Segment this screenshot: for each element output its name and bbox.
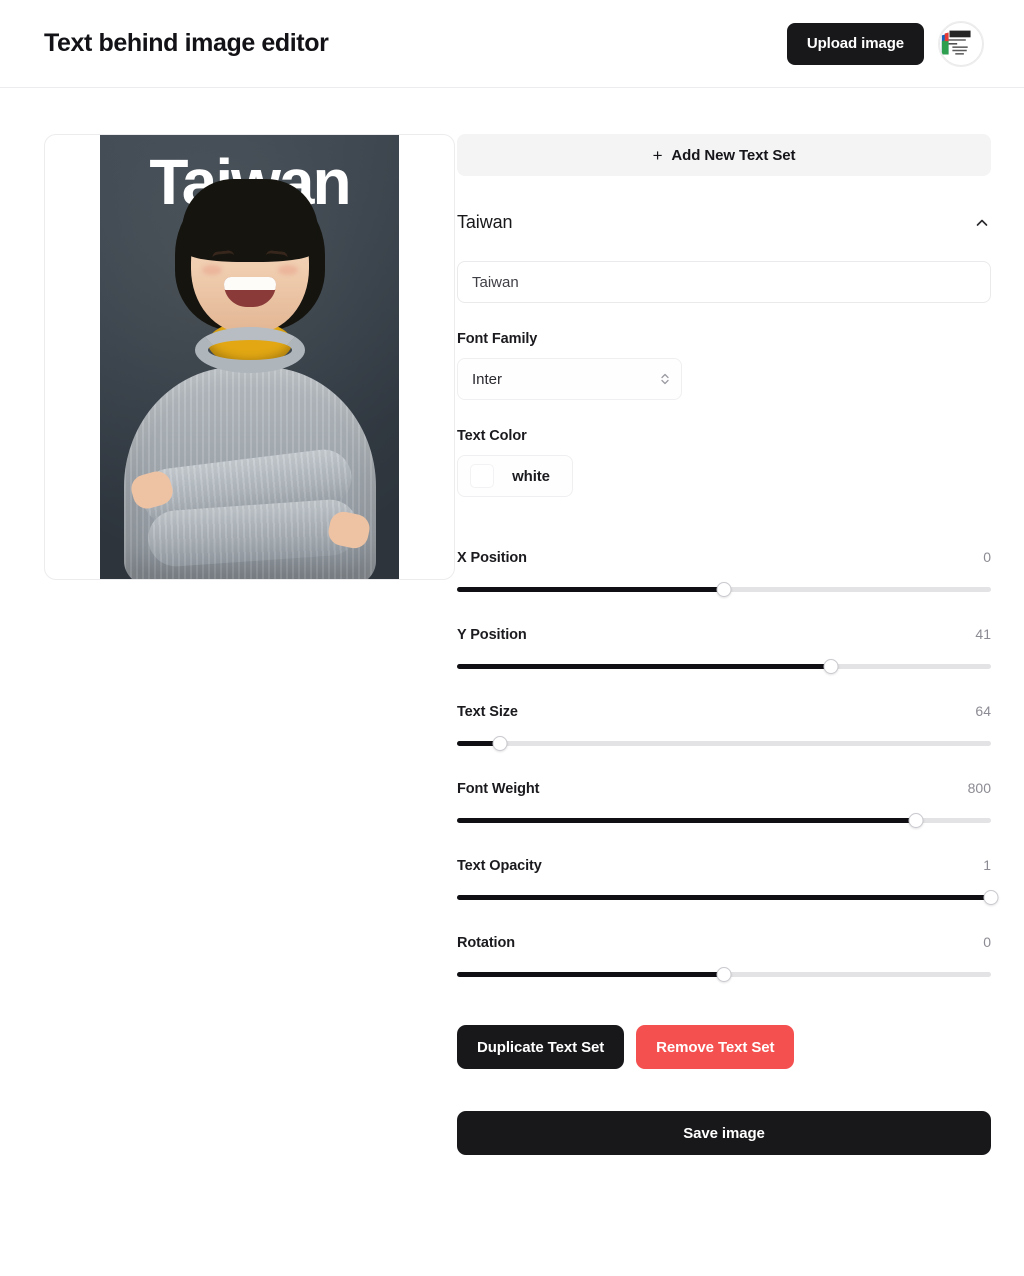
slider-fill [457,817,917,823]
slider-text-opacity: Text Opacity 1 [457,857,999,905]
controls-panel: + Add New Text Set Taiwan Font Family In… [457,134,999,1155]
upload-image-button[interactable]: Upload image [786,22,924,65]
slider-thumb[interactable] [823,658,839,674]
text-content-input[interactable] [457,261,991,303]
slider-track[interactable] [457,889,999,905]
slider-fill [457,586,724,592]
slider-thumb[interactable] [716,966,732,982]
text-color-picker-button[interactable]: white [457,455,573,497]
slider-label: Text Size [457,704,518,720]
slider-value: 800 [967,780,991,796]
cheek-left [201,265,222,275]
slider-label: Rotation [457,935,515,951]
slider-thumb[interactable] [908,812,924,828]
slider-value: 64 [975,703,991,719]
slider-label: Font Weight [457,781,540,797]
slider-thumb[interactable] [716,581,732,597]
text-color-label: Text Color [457,428,527,444]
chevron-up-icon[interactable] [973,214,991,232]
plus-icon: + [652,145,663,165]
avatar[interactable] [938,20,984,67]
slider-rail [457,740,991,746]
slider-fill [457,894,991,900]
add-new-text-set-button[interactable]: + Add New Text Set [457,134,991,176]
teeth [223,277,276,290]
slider-thumb[interactable] [983,889,999,905]
text-color-value: white [512,467,550,485]
slider-track[interactable] [457,658,991,674]
save-image-button[interactable]: Save image [457,1111,991,1155]
slider-font-weight: Font Weight 800 [457,780,991,828]
slider-value: 0 [983,549,991,565]
slider-track[interactable] [457,735,991,751]
slider-fill [457,971,724,977]
text-set-accordion-header[interactable]: Taiwan [457,212,991,233]
slider-track[interactable] [457,812,991,828]
add-new-text-set-label: Add New Text Set [671,146,796,164]
color-swatch [470,464,494,488]
image-preview-card[interactable]: Taiwan [44,134,455,580]
font-family-select-wrapper[interactable]: Inter [457,358,682,400]
slider-label: Y Position [457,627,527,643]
slider-label: Text Opacity [457,858,542,874]
slider-track[interactable] [457,966,991,982]
slider-fill [457,663,831,669]
app-header: Text behind image editor Upload image [0,0,1024,88]
composed-image: Taiwan [100,135,399,579]
slider-rotation: Rotation 0 [457,934,991,982]
preview-column: Taiwan [44,134,457,580]
slider-value: 1 [983,857,991,873]
page-title: Text behind image editor [44,29,329,57]
slider-label: X Position [457,550,527,566]
font-family-select[interactable]: Inter [457,358,682,400]
hair-fringe [181,179,318,262]
main-content: Taiwan [0,88,1024,1155]
sweater-collar [194,327,305,373]
slider-track[interactable] [457,581,991,597]
header-actions: Upload image [786,20,984,67]
slider-x-position: X Position 0 [457,549,991,597]
slider-value: 41 [975,626,991,642]
remove-text-set-button[interactable]: Remove Text Set [636,1025,795,1069]
text-set-actions: Duplicate Text Set Remove Text Set [457,1025,991,1069]
cheek-right [277,265,298,275]
subject-photo [100,135,399,579]
duplicate-text-set-button[interactable]: Duplicate Text Set [457,1025,625,1069]
slider-value: 0 [983,934,991,950]
slider-text-size: Text Size 64 [457,703,991,751]
text-set-title: Taiwan [457,212,513,232]
font-family-label: Font Family [457,331,538,347]
slider-thumb[interactable] [492,735,508,751]
slider-y-position: Y Position 41 [457,626,991,674]
